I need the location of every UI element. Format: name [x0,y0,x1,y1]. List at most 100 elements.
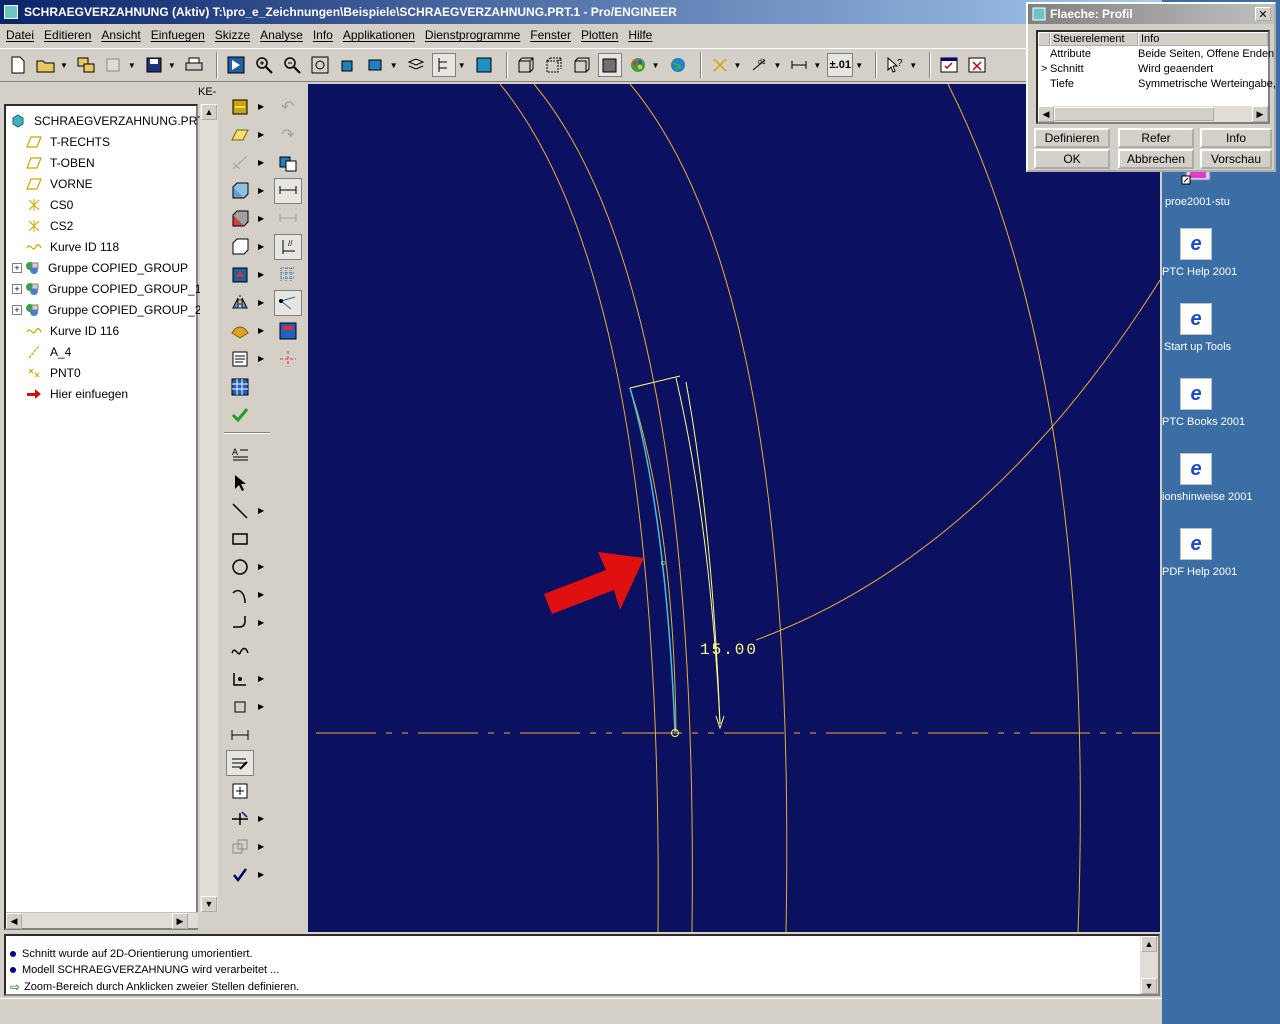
menu-dienstprogramme[interactable]: Dienstprogramme [425,28,520,42]
tree-horizontal-scrollbar[interactable]: ◀ ▶ [6,912,198,929]
expand-icon[interactable]: + [12,283,22,294]
menu-editieren[interactable]: Editieren [44,28,91,42]
transform-tool-icon[interactable] [226,834,254,860]
scroll-down-icon[interactable]: ▼ [201,896,217,912]
globe-icon[interactable] [666,53,690,77]
appearance-icon[interactable] [626,53,650,77]
tree-item[interactable]: VORNE [6,173,93,194]
point-tool-icon[interactable] [226,666,254,692]
export-icon[interactable] [102,53,126,77]
tree-item[interactable]: A_4 [6,341,71,362]
tool-flyout-icon[interactable]: ▶ [258,618,264,627]
sketch-diagnose-icon[interactable] [274,318,302,344]
hidden-line-icon[interactable] [542,53,566,77]
sketch-canvas[interactable]: ○ 15.00 [308,84,1160,932]
tree-item[interactable]: + Gruppe COPIED_GROUP_2 [6,299,201,320]
table-header-element[interactable]: Steuerelement [1050,32,1138,46]
tree-item[interactable]: + Gruppe COPIED_GROUP [6,257,188,278]
datum-dropdown-icon[interactable]: ▼ [734,61,742,70]
dimension-dropdown-icon[interactable]: ▼ [773,61,781,70]
shade-icon[interactable] [472,53,496,77]
modify-tool-icon[interactable] [226,750,254,776]
wireframe-icon[interactable] [514,53,538,77]
menu-hilfe[interactable]: Hilfe [628,28,652,42]
scroll-up-icon[interactable]: ▲ [201,104,217,120]
orient-icon[interactable] [336,53,360,77]
tool-flyout-icon[interactable]: ▶ [258,354,264,363]
spline-tool-icon[interactable] [226,638,254,664]
sketch-text-icon[interactable]: A [226,442,254,468]
tool-flyout-icon[interactable]: ▶ [258,270,264,279]
surface-icon[interactable] [226,318,254,344]
tree-item[interactable]: Hier einfuegen [6,383,128,404]
tool-flyout-icon[interactable]: ▶ [258,102,264,111]
centerline-icon[interactable] [274,346,302,372]
tool-flyout-icon[interactable]: ▶ [258,242,264,251]
table-hscrollbar[interactable]: ◀ ▶ [1038,106,1268,122]
sketch-setup-icon[interactable] [274,150,302,176]
tool-flyout-icon[interactable]: ▶ [258,702,264,711]
tool-flyout-icon[interactable]: ▶ [258,130,264,139]
constraint-display-icon[interactable] [787,53,811,77]
datum-axis-icon[interactable] [226,150,254,176]
tool-flyout-icon[interactable]: ▶ [258,814,264,823]
refit-icon[interactable] [308,53,332,77]
cut-icon[interactable] [226,206,254,232]
arc-tool-icon[interactable] [226,582,254,608]
model-tree-icon[interactable] [431,53,456,77]
constraint-dropdown-icon[interactable]: ▼ [813,61,821,70]
trim-tool-icon[interactable] [226,806,254,832]
ok-button[interactable]: OK [1034,149,1110,169]
feature-info-icon[interactable] [226,346,254,372]
tool-flyout-icon[interactable]: ▶ [258,590,264,599]
save-dropdown-icon[interactable]: ▼ [168,61,176,70]
tree-root[interactable]: SCHRAEGVERZAHNUNG.PRT [6,110,204,131]
precision-dropdown-icon[interactable]: ▼ [855,61,863,70]
tool-flyout-icon[interactable]: ▶ [258,298,264,307]
appearance-dropdown-icon[interactable]: ▼ [652,61,660,70]
refs-button[interactable]: Refer [1118,128,1194,148]
tree-item[interactable]: + Gruppe COPIED_GROUP_1 [6,278,201,299]
scroll-right-icon[interactable]: ▶ [1252,106,1268,122]
graphics-viewport[interactable]: ○ 15.00 [308,84,1160,932]
select-pointer-icon[interactable] [226,470,254,496]
menu-applikationen[interactable]: Applikationen [343,28,415,42]
undo-icon[interactable]: ↶ [274,94,302,120]
table-header-info[interactable]: Info [1138,32,1268,46]
menu-fenster[interactable]: Fenster [530,28,571,42]
tool-flyout-icon[interactable]: ▶ [258,186,264,195]
tree-item[interactable]: Kurve ID 118 [6,236,119,257]
tree-item[interactable]: T-RECHTS [6,131,110,152]
menu-datei[interactable]: Datei [6,28,34,42]
tree-item[interactable]: CS0 [6,194,73,215]
tree-vertical-scrollbar[interactable]: ▲ ▼ [200,104,218,912]
info-button[interactable]: Info [1200,128,1272,148]
define-button[interactable]: Definieren [1034,128,1110,148]
show-dimensions-icon[interactable] [274,178,302,204]
show-constraints-icon[interactable]: // [274,234,302,260]
layers-icon[interactable] [404,53,428,77]
tree-item[interactable]: Kurve ID 116 [6,320,119,341]
zoom-in-icon[interactable] [252,53,276,77]
tool-flyout-icon[interactable]: ▶ [258,562,264,571]
message-scrollbar[interactable]: ▲ ▼ [1140,936,1158,994]
tool-flyout-icon[interactable]: ▶ [258,674,264,683]
dimension-tool-icon[interactable] [226,722,254,748]
expand-icon[interactable]: + [12,262,22,273]
circle-tool-icon[interactable] [226,554,254,580]
redo-icon[interactable]: ↷ [274,122,302,148]
tree-tab[interactable]: KE- [198,86,220,104]
scroll-thumb[interactable] [1054,107,1214,121]
table-row[interactable]: Attribute Beide Seiten, Offene Enden [1038,48,1274,63]
table-row[interactable]: > Schnitt Wird geaendert [1038,63,1268,78]
extrude-icon[interactable] [226,178,254,204]
window-activate-icon[interactable] [937,53,961,77]
scroll-left-icon[interactable]: ◀ [1038,106,1054,122]
views-dropdown-icon[interactable]: ▼ [390,61,398,70]
preview-button[interactable]: Vorschau [1200,149,1272,169]
accept-check-icon[interactable] [226,402,254,428]
save-icon[interactable] [142,53,166,77]
scroll-left-icon[interactable]: ◀ [6,913,22,929]
show-vertices-icon[interactable] [274,290,302,316]
print-icon[interactable] [182,53,206,77]
